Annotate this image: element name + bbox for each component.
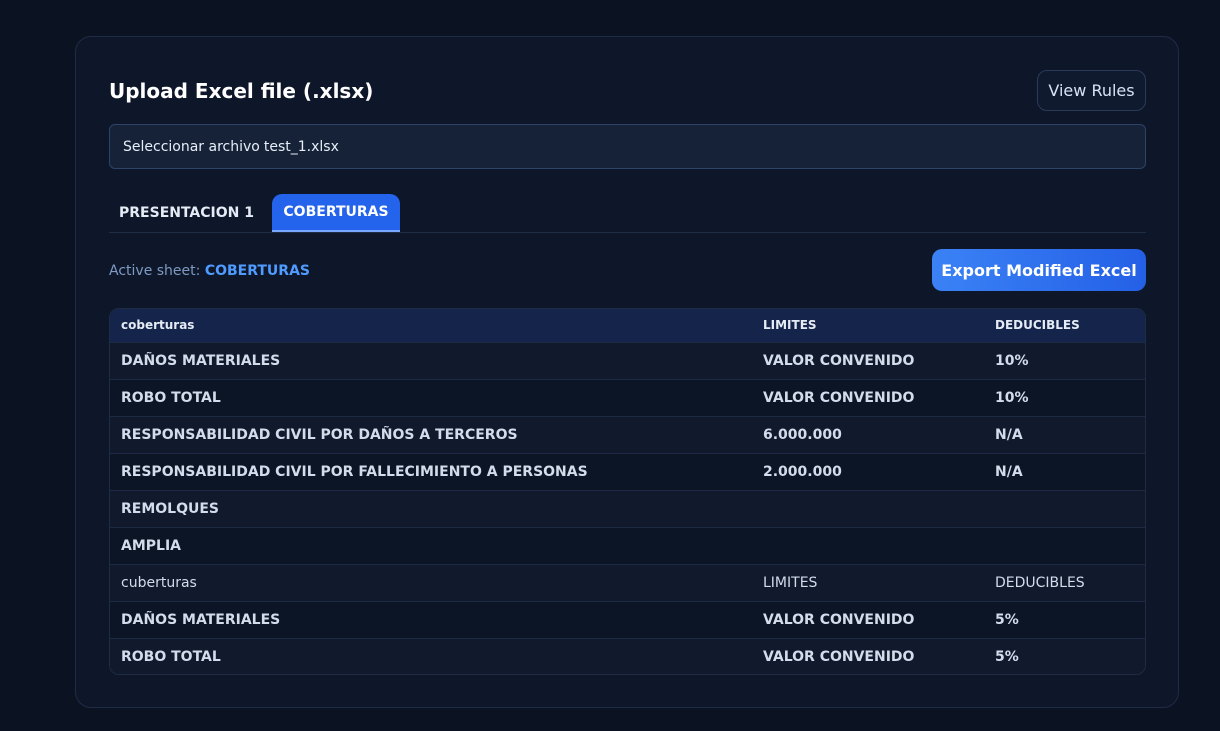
table-cell[interactable]: [995, 526, 1145, 564]
table-cell[interactable]: 10%: [995, 378, 1145, 416]
active-sheet-name: COBERTURAS: [204, 263, 310, 279]
table-row[interactable]: cuberturas LIMITES DEDUCIBLES: [110, 563, 1145, 601]
header-deducibles: DEDUCIBLES: [995, 309, 1145, 342]
active-sheet-label: Active sheet:: [109, 263, 201, 279]
file-name: test_1.xlsx: [263, 138, 339, 155]
table-row[interactable]: ROBO TOTAL VALOR CONVENIDO 5%: [110, 637, 1145, 674]
table-cell[interactable]: AMPLIA: [110, 526, 763, 564]
export-excel-button[interactable]: Export Modified Excel: [932, 249, 1146, 291]
table-cell[interactable]: VALOR CONVENIDO: [763, 637, 995, 674]
table-cell[interactable]: REMOLQUES: [110, 489, 763, 527]
table-cell[interactable]: [763, 526, 995, 564]
table-cell[interactable]: [995, 489, 1145, 527]
table-cell[interactable]: 5%: [995, 637, 1145, 674]
upload-card: Upload Excel file (.xlsx) View Rules Sel…: [75, 36, 1179, 708]
table-row[interactable]: RESPONSABILIDAD CIVIL POR DAÑOS A TERCER…: [110, 415, 1145, 453]
table-row[interactable]: RESPONSABILIDAD CIVIL POR FALLECIMIENTO …: [110, 452, 1145, 490]
tab-presentacion-1[interactable]: PRESENTACION 1: [109, 194, 264, 232]
table-cell[interactable]: cuberturas: [110, 563, 763, 601]
table-cell[interactable]: RESPONSABILIDAD CIVIL POR DAÑOS A TERCER…: [110, 415, 763, 453]
table-cell[interactable]: RESPONSABILIDAD CIVIL POR FALLECIMIENTO …: [110, 452, 763, 490]
table-cell[interactable]: DAÑOS MATERIALES: [110, 341, 763, 379]
table-row[interactable]: REMOLQUES: [110, 489, 1145, 527]
table-cell[interactable]: 5%: [995, 600, 1145, 638]
table-row[interactable]: DAÑOS MATERIALES VALOR CONVENIDO 10%: [110, 341, 1145, 379]
table-cell[interactable]: 6.000.000: [763, 415, 995, 453]
table-cell[interactable]: LIMITES: [763, 563, 995, 601]
header-limites: LIMITES: [763, 309, 995, 342]
table-row[interactable]: AMPLIA: [110, 526, 1145, 564]
active-sheet-indicator: Active sheet: COBERTURAS: [109, 263, 310, 279]
table-cell[interactable]: N/A: [995, 415, 1145, 453]
table-header-row: coberturas LIMITES DEDUCIBLES: [110, 309, 1145, 342]
table-cell[interactable]: ROBO TOTAL: [110, 378, 763, 416]
sheet-tabs: PRESENTACION 1 COBERTURAS: [109, 194, 1146, 233]
table-cell[interactable]: VALOR CONVENIDO: [763, 378, 995, 416]
table-cell[interactable]: VALOR CONVENIDO: [763, 600, 995, 638]
tab-coberturas[interactable]: COBERTURAS: [272, 194, 400, 232]
sheet-table: coberturas LIMITES DEDUCIBLES DAÑOS MATE…: [109, 308, 1146, 675]
table-cell[interactable]: N/A: [995, 452, 1145, 490]
table-row[interactable]: DAÑOS MATERIALES VALOR CONVENIDO 5%: [110, 600, 1145, 638]
choose-file-button[interactable]: Seleccionar archivo: [123, 139, 260, 155]
table-cell[interactable]: 10%: [995, 341, 1145, 379]
view-rules-button[interactable]: View Rules: [1037, 70, 1146, 111]
table-cell[interactable]: ROBO TOTAL: [110, 637, 763, 674]
file-input[interactable]: Seleccionar archivo test_1.xlsx: [109, 124, 1146, 169]
table-row[interactable]: ROBO TOTAL VALOR CONVENIDO 10%: [110, 378, 1145, 416]
table-cell[interactable]: [763, 489, 995, 527]
table-cell[interactable]: 2.000.000: [763, 452, 995, 490]
table-cell[interactable]: DEDUCIBLES: [995, 563, 1145, 601]
table-cell[interactable]: VALOR CONVENIDO: [763, 341, 995, 379]
header-coberturas: coberturas: [110, 309, 763, 342]
table-cell[interactable]: DAÑOS MATERIALES: [110, 600, 763, 638]
upload-title: Upload Excel file (.xlsx): [109, 79, 374, 103]
